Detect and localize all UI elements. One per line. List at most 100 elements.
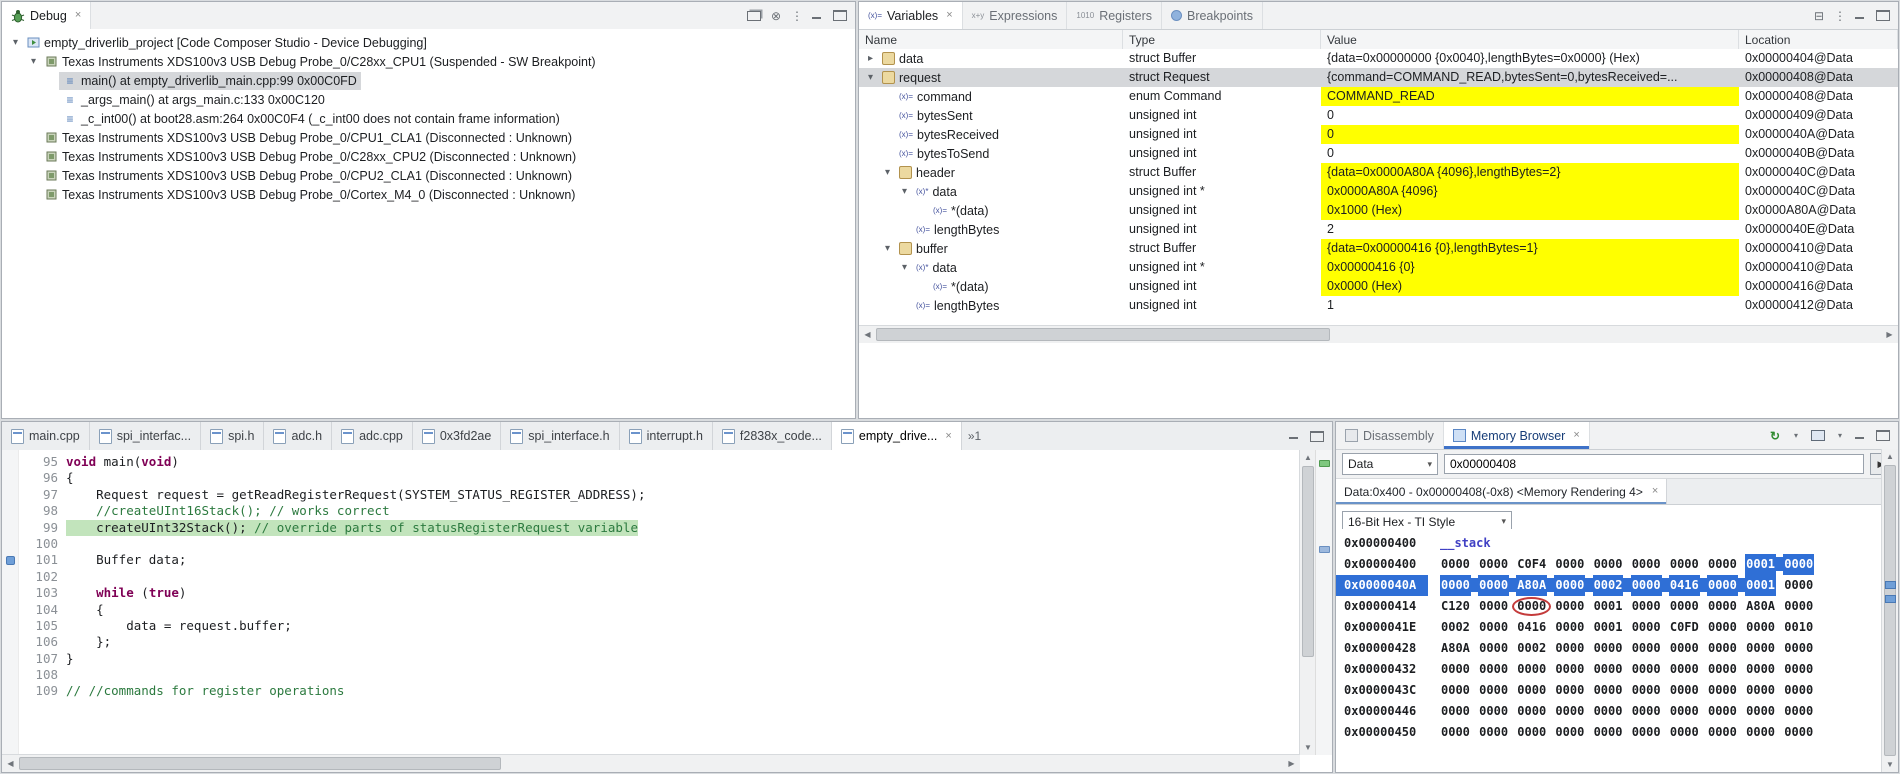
editor-overview-ruler[interactable] — [1315, 450, 1332, 755]
variable-row[interactable]: (x)= lengthBytes unsigned int 1 0x00000412@D… — [859, 296, 1898, 315]
memory-value[interactable]: 0000 — [1554, 554, 1585, 575]
memory-grid[interactable]: 0x00000400 __stack 0x00000400 0000 0000 C0F… — [1336, 529, 1881, 772]
memory-value[interactable]: 0000 — [1478, 659, 1509, 680]
memory-value[interactable]: 0000 — [1783, 701, 1814, 722]
memory-value[interactable]: 0000 — [1669, 722, 1700, 743]
memory-value[interactable]: 0000 — [1783, 554, 1815, 575]
column-location[interactable]: Location — [1739, 30, 1898, 50]
monitor-menu-icon[interactable]: ▾ — [1834, 431, 1846, 440]
debug-tree-item[interactable]: ▾ empty_driverlib_project [Code Composer … — [2, 33, 855, 52]
code-line[interactable]: 106 }; — [2, 634, 1300, 650]
debug-tree-item[interactable]: Texas Instruments XDS100v3 USB Debug Pro… — [2, 185, 855, 204]
memory-value[interactable]: 0000 — [1554, 617, 1585, 638]
editor-hscrollbar[interactable]: ◀ ▶ — [2, 754, 1300, 772]
debug-tree-item[interactable]: Texas Instruments XDS100v3 USB Debug Pro… — [2, 166, 855, 185]
tab-memory-browser[interactable]: Memory Browser × — [1443, 422, 1590, 449]
tab-overflow-indicator[interactable]: »1 — [962, 422, 987, 450]
scrollbar-thumb[interactable] — [1302, 466, 1314, 658]
memory-value[interactable]: 0000 — [1593, 659, 1624, 680]
memory-value[interactable]: A80A — [1745, 596, 1776, 617]
memory-value[interactable]: 0000 — [1706, 575, 1738, 596]
maximize-icon[interactable] — [833, 10, 847, 21]
variable-row[interactable]: (x)= bytesReceived unsigned int 0 0x0000040A… — [859, 125, 1898, 144]
memory-value[interactable]: 0000 — [1631, 722, 1662, 743]
tab-registers[interactable]: 1010 Registers — [1067, 2, 1162, 29]
debug-tree-item[interactable]: Texas Instruments XDS100v3 USB Debug Pro… — [2, 147, 855, 166]
memory-value[interactable]: 0000 — [1478, 701, 1509, 722]
memory-value[interactable]: 0000 — [1440, 701, 1471, 722]
memory-value[interactable]: 0000 — [1669, 680, 1700, 701]
maximize-icon[interactable] — [1876, 10, 1890, 21]
editor-tab[interactable]: interrupt.h — [619, 422, 713, 450]
memory-value[interactable]: 0000 — [1516, 680, 1547, 701]
expander-icon[interactable]: ▾ — [8, 37, 23, 48]
memory-value[interactable]: 0000 — [1631, 659, 1662, 680]
memory-row[interactable]: 0x0000043C 0000 0000 0000 0000 0000 0000 … — [1336, 680, 1881, 701]
tab-disassembly[interactable]: Disassembly — [1336, 422, 1444, 449]
memory-rendering-tab[interactable]: Data:0x400 - 0x00000408(-0x8) <Memory Re… — [1336, 479, 1668, 504]
memory-value[interactable]: 0000 — [1669, 659, 1700, 680]
memory-value[interactable]: 0000 — [1707, 554, 1738, 575]
code-line[interactable]: 97 Request request = getReadRegisterRequ… — [2, 487, 1300, 503]
memory-value[interactable]: 0001 — [1745, 554, 1777, 575]
close-icon[interactable]: × — [946, 10, 952, 21]
memory-value[interactable]: 0001 — [1593, 596, 1624, 617]
memory-value[interactable]: 0000 — [1478, 722, 1509, 743]
minimize-icon[interactable] — [812, 11, 824, 21]
memory-row[interactable]: 0x00000432 0000 0000 0000 0000 0000 0000 … — [1336, 659, 1881, 680]
debug-tree-item[interactable]: ≡ _c_int00() at boot28.asm:264 0x00C0F4 (… — [2, 109, 855, 128]
memory-value[interactable]: 0000 — [1783, 659, 1814, 680]
code-line[interactable]: 103 while (true) — [2, 585, 1300, 601]
variables-hscrollbar[interactable]: ◀ ▶ — [859, 325, 1898, 343]
memory-row[interactable]: 0x00000450 0000 0000 0000 0000 0000 0000 … — [1336, 722, 1881, 743]
code-line[interactable]: 104 { — [2, 602, 1300, 618]
view-menu-icon[interactable]: ⋮ — [1834, 9, 1846, 23]
memory-value[interactable]: 0000 — [1593, 701, 1624, 722]
memory-value[interactable]: 0002 — [1516, 638, 1547, 659]
memory-value[interactable]: 0000 — [1707, 596, 1738, 617]
memory-value[interactable]: 0000 — [1554, 638, 1585, 659]
code-line[interactable]: 100 — [2, 536, 1300, 552]
memory-value[interactable]: 0000 — [1745, 617, 1776, 638]
memory-value[interactable]: 0000 — [1630, 575, 1662, 596]
scroll-up-icon[interactable]: ▲ — [1300, 450, 1316, 465]
memory-value[interactable]: 0000 — [1707, 659, 1738, 680]
memory-value[interactable]: 0000 — [1783, 575, 1814, 596]
memory-value[interactable]: 0000 — [1478, 596, 1509, 617]
debug-tree-item[interactable]: Texas Instruments XDS100v3 USB Debug Pro… — [2, 128, 855, 147]
memory-value[interactable]: 0000 — [1440, 722, 1471, 743]
debug-tree-item[interactable]: ▾ Texas Instruments XDS100v3 USB Debug Pr… — [2, 52, 855, 71]
variable-row[interactable]: (x)= bytesToSend unsigned int 0 0x0000040B@D… — [859, 144, 1898, 163]
memory-value[interactable]: 0000 — [1707, 680, 1738, 701]
memory-value[interactable]: C0FD — [1669, 617, 1700, 638]
scroll-up-icon[interactable]: ▲ — [1882, 449, 1898, 464]
memory-value[interactable]: 0000 — [1631, 554, 1662, 575]
memory-value[interactable]: 0000 — [1554, 575, 1586, 596]
monitor-icon[interactable] — [1811, 430, 1825, 441]
memory-value[interactable]: 0001 — [1745, 575, 1777, 596]
editor-vscrollbar[interactable]: ▲ ▼ — [1299, 450, 1316, 755]
memory-value[interactable]: 0000 — [1707, 638, 1738, 659]
scroll-right-icon[interactable]: ▶ — [1283, 755, 1300, 772]
code-line[interactable]: 109 // //commands for register operations — [2, 683, 1300, 699]
editor-tab[interactable]: spi_interfac... — [89, 422, 202, 450]
memory-value[interactable]: 0000 — [1745, 680, 1776, 701]
memory-value[interactable]: 0000 — [1478, 575, 1510, 596]
variable-row[interactable]: (x)= bytesSent unsigned int 0 0x00000409@Dat… — [859, 106, 1898, 125]
memory-value[interactable]: 0000 — [1554, 659, 1585, 680]
memory-value[interactable]: A80A — [1440, 638, 1471, 659]
variable-row[interactable]: ▾ header struct Buffer {data=0x0000A80A {40… — [859, 163, 1898, 182]
close-icon[interactable]: × — [1652, 486, 1658, 497]
tab-expressions[interactable]: x+y Expressions — [963, 2, 1068, 29]
expander-icon[interactable]: ▾ — [863, 72, 878, 83]
memory-value[interactable]: 0000 — [1745, 701, 1776, 722]
code-line[interactable]: 99 createUInt32Stack(); // override part… — [2, 519, 1300, 536]
memory-value[interactable]: 0000 — [1631, 596, 1662, 617]
memory-value[interactable]: 0416 — [1516, 617, 1547, 638]
code-area[interactable]: 95 void main(void) 96 {97 Request request =… — [2, 450, 1300, 755]
memory-value[interactable]: 0000 — [1707, 722, 1738, 743]
memory-address-input[interactable] — [1444, 454, 1864, 474]
memory-value[interactable]: 0000 — [1669, 554, 1700, 575]
memory-value[interactable]: 0000 — [1516, 722, 1547, 743]
close-icon[interactable]: × — [945, 430, 951, 442]
